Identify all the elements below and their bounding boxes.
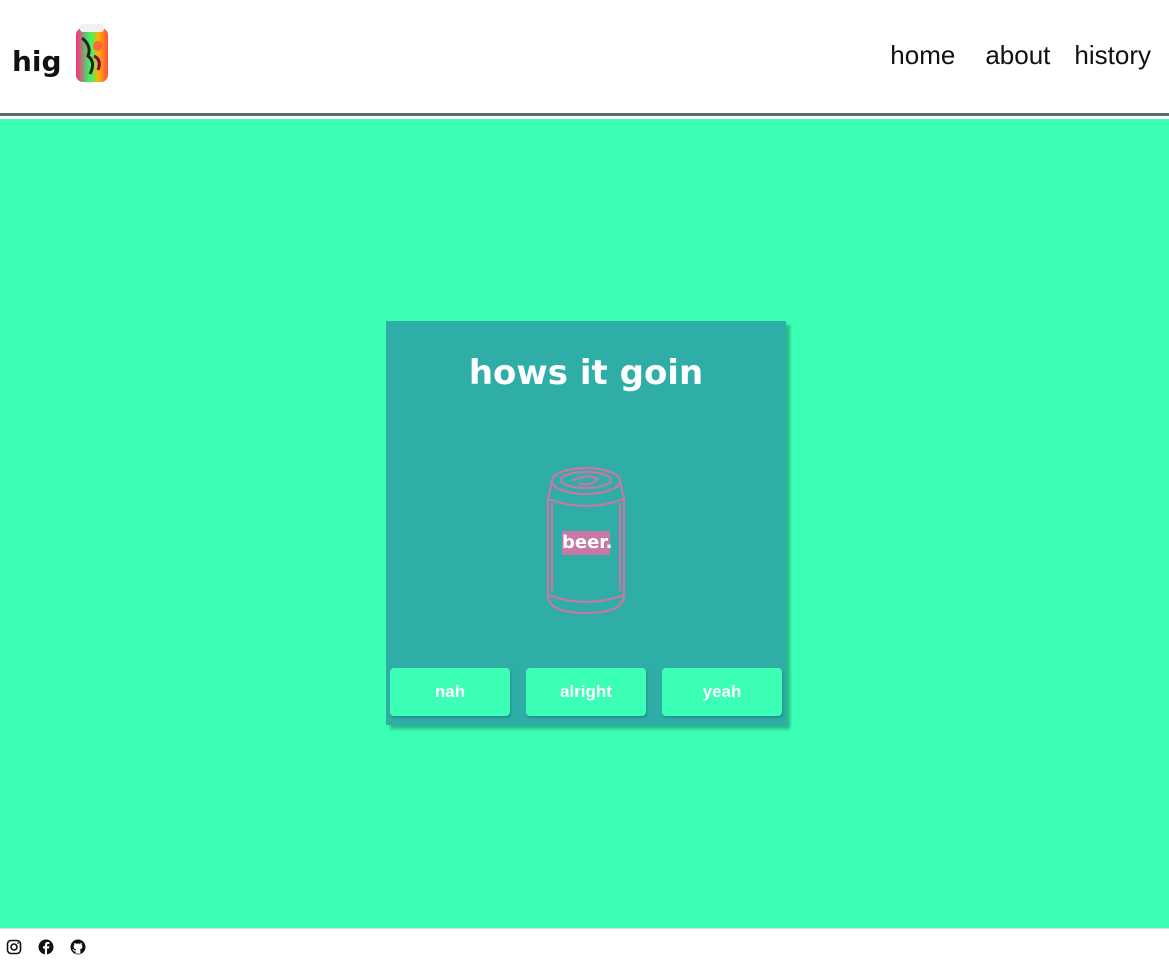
site-header: hig home about history [0, 0, 1169, 116]
mood-button-row: nah alright yeah [390, 668, 782, 716]
site-footer [0, 928, 1169, 967]
mood-card: hows it goin beer. nah alright yeah [386, 321, 786, 725]
yeah-button[interactable]: yeah [662, 668, 782, 716]
brand-logo-link[interactable]: hig [12, 22, 112, 86]
nav-about-link[interactable]: about [985, 40, 1050, 71]
card-title: hows it goin [468, 353, 704, 393]
top-nav: home about history [890, 40, 1151, 71]
colorful-can-logo-icon [75, 24, 108, 82]
instagram-icon[interactable] [6, 939, 22, 955]
nah-button[interactable]: nah [390, 668, 510, 716]
alright-button[interactable]: alright [526, 668, 646, 716]
nav-history-link[interactable]: history [1074, 40, 1151, 71]
github-icon[interactable] [70, 939, 86, 955]
main-content: hows it goin beer. nah alright yeah [0, 119, 1169, 928]
nav-home-link[interactable]: home [890, 40, 955, 71]
social-links [6, 939, 86, 955]
can-label: beer. [562, 531, 613, 555]
brand-title: hig [12, 44, 62, 78]
facebook-icon[interactable] [38, 939, 54, 955]
